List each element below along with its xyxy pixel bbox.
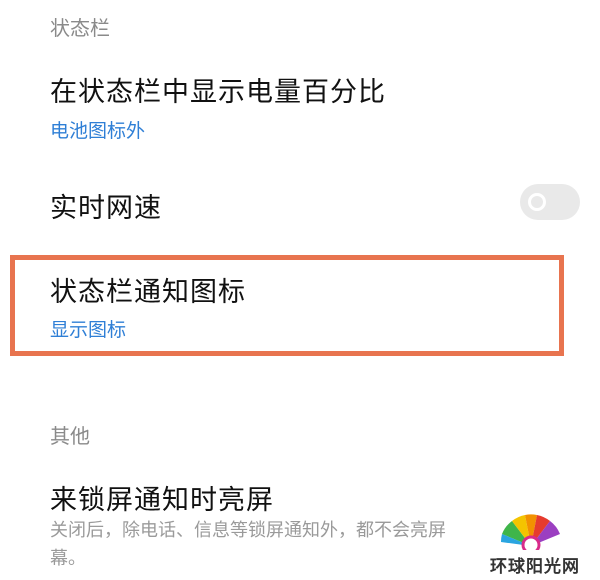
watermark-text: 环球阳光网: [490, 557, 580, 577]
section-header-other: 其他: [50, 424, 90, 448]
watermark: 环球阳光网: [474, 512, 596, 578]
section-header-status-bar: 状态栏: [50, 16, 110, 40]
highlight-box: [10, 255, 564, 356]
battery-percent-title: 在状态栏中显示电量百分比: [50, 77, 386, 108]
watermark-logo-icon: [500, 514, 560, 550]
wake-on-notification-title: 来锁屏通知时亮屏: [50, 485, 274, 516]
battery-percent-value: 电池图标外: [50, 120, 146, 142]
realtime-speed-toggle[interactable]: [520, 184, 580, 220]
wake-on-notification-description: 关闭后，除电话、信息等锁屏通知外，都不会亮屏幕。: [50, 520, 446, 569]
realtime-speed-title: 实时网速: [50, 193, 162, 224]
toggle-knob: [528, 193, 546, 211]
